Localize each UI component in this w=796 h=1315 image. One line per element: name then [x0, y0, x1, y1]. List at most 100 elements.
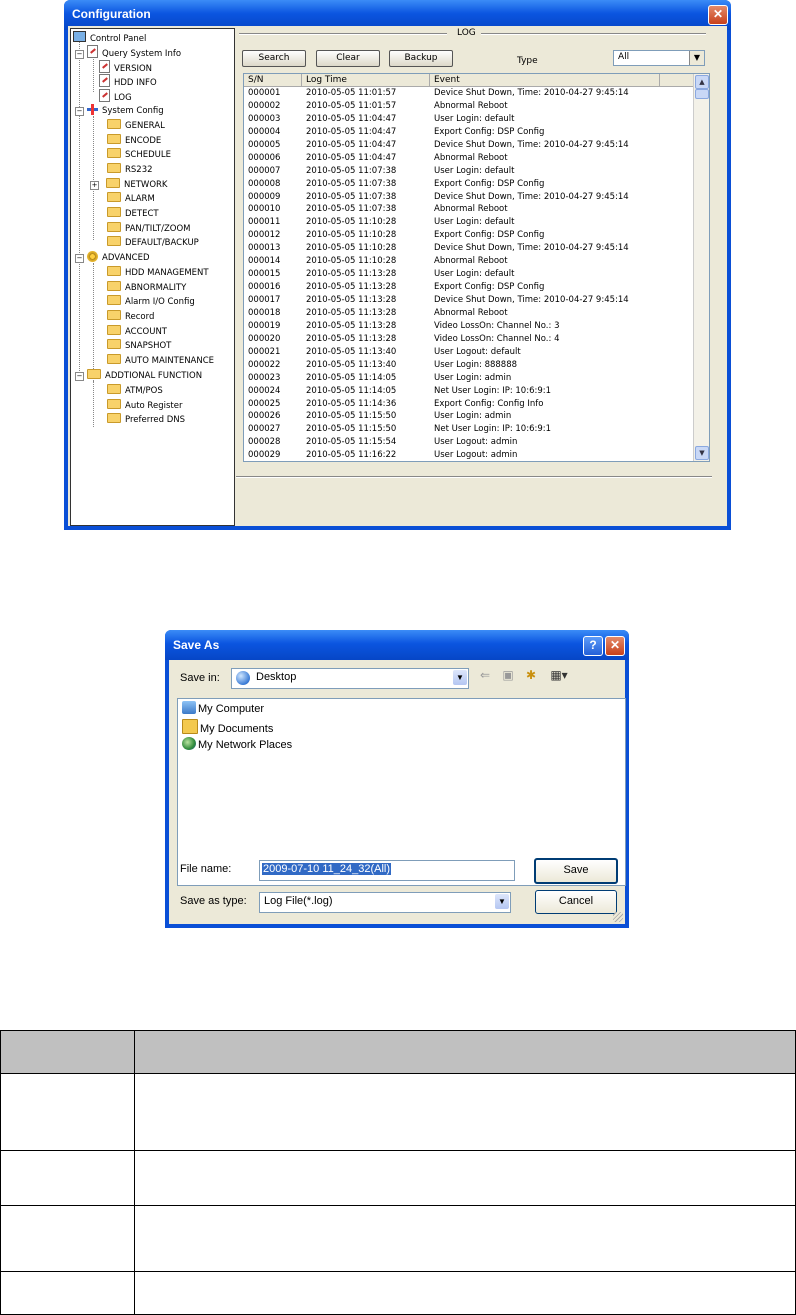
tree-item-alarm[interactable]: ALARM — [107, 192, 155, 206]
tree-item-schedule[interactable]: SCHEDULE — [107, 148, 171, 162]
close-button[interactable]: ✕ — [708, 5, 728, 25]
new-folder-icon[interactable]: ✱ — [523, 668, 539, 682]
log-list[interactable]: S/N Log Time Event 000001 2010-05-05 11:0… — [243, 73, 710, 462]
log-row[interactable]: 000021 2010-05-05 11:13:40 User Logout: de… — [244, 346, 693, 359]
log-row[interactable]: 000007 2010-05-05 11:07:38 User Login: def… — [244, 165, 693, 178]
tree-item-query-system-info[interactable]: − Query System Info — [75, 45, 181, 59]
collapse-icon[interactable]: − — [75, 107, 84, 116]
tree-item-preferred-dns[interactable]: Preferred DNS — [107, 413, 185, 427]
collapse-icon[interactable]: − — [75, 254, 84, 263]
log-time: 2010-05-05 11:13:28 — [306, 269, 397, 280]
log-row[interactable]: 000014 2010-05-05 11:10:28 Abnormal Reboot — [244, 255, 693, 268]
cancel-button[interactable]: Cancel — [535, 890, 617, 914]
views-menu-icon[interactable]: ▦▾ — [547, 668, 571, 682]
column-header-event[interactable]: Event — [430, 74, 660, 86]
log-row[interactable]: 000009 2010-05-05 11:07:38 Device Shut Dow… — [244, 191, 693, 204]
vertical-scrollbar[interactable]: ▲ ▼ — [693, 74, 709, 461]
dropdown-arrow-icon[interactable]: ▼ — [689, 51, 704, 65]
tree-item-auto-register[interactable]: Auto Register — [107, 399, 182, 413]
tree-item-control-panel[interactable]: Control Panel — [73, 31, 146, 45]
tree-item-account[interactable]: ACCOUNT — [107, 325, 167, 339]
column-header-log-time[interactable]: Log Time — [302, 74, 430, 86]
clear-button[interactable]: Clear — [316, 50, 380, 67]
tree-item-network[interactable]: + NETWORK — [90, 178, 168, 192]
log-row[interactable]: 000019 2010-05-05 11:13:28 Video LossOn: C… — [244, 320, 693, 333]
tree-label: Record — [125, 312, 155, 322]
log-row[interactable]: 000023 2010-05-05 11:14:05 User Login: adm… — [244, 372, 693, 385]
save-in-select[interactable]: Desktop ▼ — [231, 668, 469, 689]
tree-item-snapshot[interactable]: SNAPSHOT — [107, 339, 171, 353]
log-row[interactable]: 000029 2010-05-05 11:16:22 User Logout: ad… — [244, 449, 693, 461]
tree-item-log[interactable]: LOG — [99, 89, 132, 103]
column-header-sn[interactable]: S/N — [244, 74, 302, 86]
log-row[interactable]: 000013 2010-05-05 11:10:28 Device Shut Dow… — [244, 242, 693, 255]
log-row[interactable]: 000012 2010-05-05 11:10:28 Export Config: … — [244, 229, 693, 242]
log-row[interactable]: 000006 2010-05-05 11:04:47 Abnormal Reboot — [244, 152, 693, 165]
scroll-thumb[interactable] — [695, 89, 709, 99]
back-icon[interactable]: ⇐ — [477, 668, 493, 682]
file-name-input[interactable]: 2009-07-10 11_24_32(All) — [259, 860, 515, 881]
backup-button[interactable]: Backup — [389, 50, 453, 67]
scroll-down-icon[interactable]: ▼ — [695, 446, 709, 460]
tools-icon — [87, 104, 98, 115]
tree-item-hdd-management[interactable]: HDD MANAGEMENT — [107, 266, 209, 280]
up-folder-icon[interactable]: ▣ — [500, 668, 516, 682]
tree-item-auto-maintenance[interactable]: AUTO MAINTENANCE — [107, 354, 214, 368]
log-row[interactable]: 000020 2010-05-05 11:13:28 Video LossOn: C… — [244, 333, 693, 346]
tree-item-record[interactable]: Record — [107, 310, 154, 324]
log-row[interactable]: 000016 2010-05-05 11:13:28 Export Config: … — [244, 281, 693, 294]
expand-icon[interactable]: + — [90, 181, 99, 190]
help-button[interactable]: ? — [583, 636, 603, 656]
log-row[interactable]: 000010 2010-05-05 11:07:38 Abnormal Reboot — [244, 203, 693, 216]
tree-item-advanced[interactable]: − ADVANCED — [75, 251, 150, 265]
save-button[interactable]: Save — [534, 858, 618, 884]
tree-item-rs232[interactable]: RS232 — [107, 163, 153, 177]
log-row[interactable]: 000004 2010-05-05 11:04:47 Export Config: … — [244, 126, 693, 139]
tree-item-abnormality[interactable]: ABNORMALITY — [107, 281, 186, 295]
type-select[interactable]: All ▼ — [613, 50, 705, 66]
list-item-my-computer[interactable]: My Computer — [182, 701, 264, 717]
log-row[interactable]: 000024 2010-05-05 11:14:05 Net User Login:… — [244, 385, 693, 398]
log-row[interactable]: 000025 2010-05-05 11:14:36 Export Config: … — [244, 398, 693, 411]
log-row[interactable]: 000001 2010-05-05 11:01:57 Device Shut Dow… — [244, 87, 693, 100]
resize-grip[interactable] — [613, 912, 623, 922]
close-button[interactable]: ✕ — [605, 636, 625, 656]
tree-item-alarm-io-config[interactable]: Alarm I/O Config — [107, 295, 195, 309]
log-row[interactable]: 000005 2010-05-05 11:04:47 Device Shut Dow… — [244, 139, 693, 152]
tree-item-detect[interactable]: DETECT — [107, 207, 159, 221]
list-item-my-documents[interactable]: My Documents — [182, 719, 273, 735]
tree-item-additional-function[interactable]: − ADDTIONAL FUNCTION — [75, 369, 202, 383]
folder-icon — [107, 119, 121, 129]
log-row[interactable]: 000027 2010-05-05 11:15:50 Net User Login:… — [244, 423, 693, 436]
log-row[interactable]: 000008 2010-05-05 11:07:38 Export Config: … — [244, 178, 693, 191]
log-row[interactable]: 000003 2010-05-05 11:04:47 User Login: def… — [244, 113, 693, 126]
log-row[interactable]: 000002 2010-05-05 11:01:57 Abnormal Reboot — [244, 100, 693, 113]
log-event: User Login: default — [434, 165, 515, 176]
tree-item-encode[interactable]: ENCODE — [107, 134, 161, 148]
tree-item-pan-tilt-zoom[interactable]: PAN/TILT/ZOOM — [107, 222, 190, 236]
title-bar[interactable]: Save As ? ✕ — [165, 630, 629, 660]
search-button[interactable]: Search — [242, 50, 306, 67]
log-row[interactable]: 000017 2010-05-05 11:13:28 Device Shut Dow… — [244, 294, 693, 307]
log-row[interactable]: 000015 2010-05-05 11:13:28 User Login: def… — [244, 268, 693, 281]
tree-item-default-backup[interactable]: DEFAULT/BACKUP — [107, 236, 199, 250]
scroll-up-icon[interactable]: ▲ — [695, 75, 709, 89]
dropdown-arrow-icon[interactable]: ▼ — [495, 894, 509, 909]
list-item-my-network-places[interactable]: My Network Places — [182, 737, 292, 753]
log-row[interactable]: 000026 2010-05-05 11:15:50 User Login: adm… — [244, 410, 693, 423]
log-row[interactable]: 000011 2010-05-05 11:10:28 User Login: def… — [244, 216, 693, 229]
dialog-title: Save As — [173, 638, 220, 652]
log-row[interactable]: 000018 2010-05-05 11:13:28 Abnormal Reboot — [244, 307, 693, 320]
tree-item-system-config[interactable]: − System Config — [75, 104, 164, 118]
collapse-icon[interactable]: − — [75, 372, 84, 381]
tree-item-atm-pos[interactable]: ATM/POS — [107, 384, 163, 398]
log-time: 2010-05-05 11:01:57 — [306, 100, 397, 111]
save-as-type-select[interactable]: Log File(*.log) ▼ — [259, 892, 511, 913]
log-row[interactable]: 000022 2010-05-05 11:13:40 User Login: 888… — [244, 359, 693, 372]
tree-item-version[interactable]: VERSION — [99, 60, 152, 74]
collapse-icon[interactable]: − — [75, 50, 84, 59]
log-row[interactable]: 000028 2010-05-05 11:15:54 User Logout: ad… — [244, 436, 693, 449]
tree-item-general[interactable]: GENERAL — [107, 119, 165, 133]
tree-item-hdd-info[interactable]: HDD INFO — [99, 74, 157, 88]
dropdown-arrow-icon[interactable]: ▼ — [453, 670, 467, 685]
